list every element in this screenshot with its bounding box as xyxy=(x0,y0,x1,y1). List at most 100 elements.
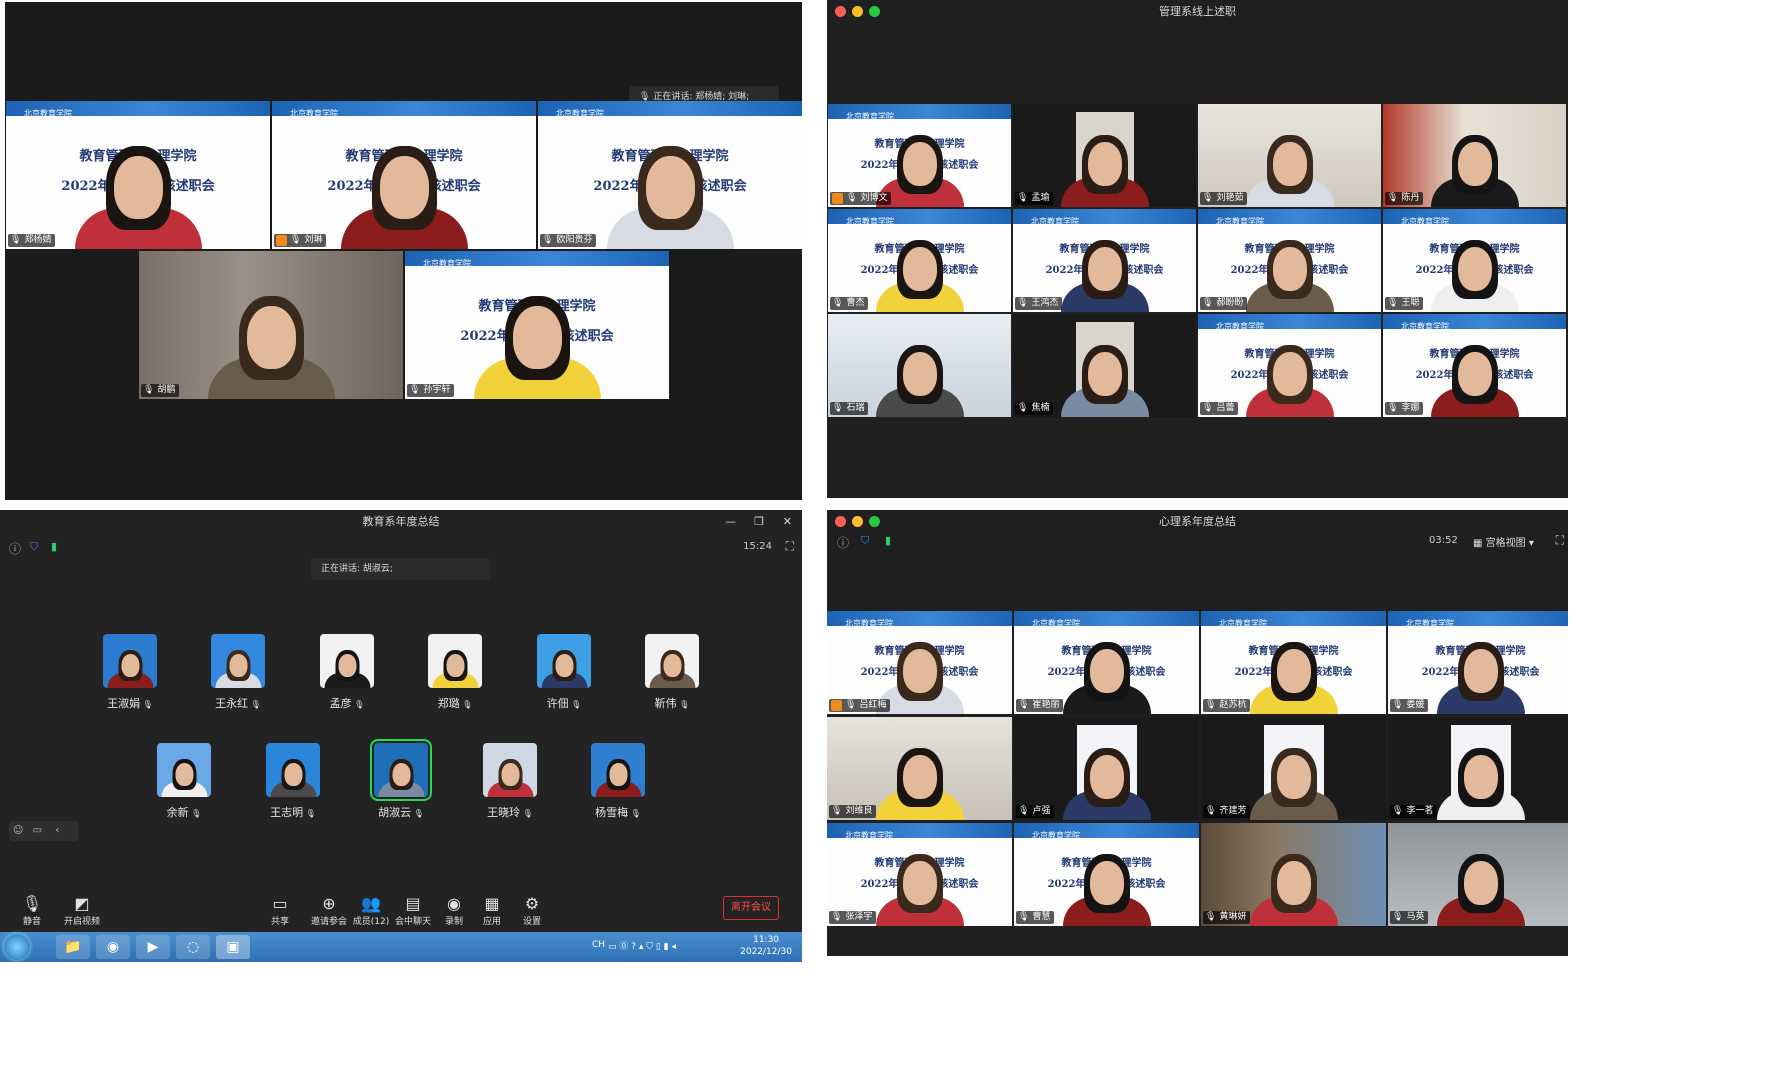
share-button[interactable]: ▭ 共享 xyxy=(258,894,302,927)
invite-button[interactable]: ⊕ 邀请参会 xyxy=(307,894,351,927)
participant-name-tag: 🎙 孟瑜 xyxy=(1015,192,1054,205)
invite-icon: ⊕ xyxy=(322,894,336,913)
participant-video xyxy=(485,747,536,797)
participant-name-tag: 🎙 赵苏杭 xyxy=(1203,699,1251,712)
chat-button[interactable]: ▤ 会中聊天 xyxy=(391,894,435,927)
share-icon: ▭ xyxy=(272,894,288,913)
zoom-dot-icon[interactable] xyxy=(869,6,880,17)
video-tile[interactable]: 北京教育学院教育管理与心理学院2022年度教师考核述职会🎙欧阳贵芬 xyxy=(538,101,802,249)
reaction-bar[interactable]: ☺ ▭ ‹ xyxy=(9,821,79,841)
participant-avatar[interactable] xyxy=(591,743,645,797)
close-dot-icon[interactable] xyxy=(835,516,846,527)
video-tile[interactable]: 北京教育学院教育管理与心理学院2022年度教师考核述职会🎙郝盼盼 xyxy=(1198,209,1381,312)
video-tile[interactable]: 北京教育学院教育管理与心理学院2022年度教师考核述职会🎙娄媛 xyxy=(1388,611,1568,714)
participant-video xyxy=(647,638,698,688)
host-badge-icon xyxy=(831,700,842,711)
minimize-dot-icon[interactable] xyxy=(852,6,863,17)
windows-taskbar: 📁 ◉ ▶ ◌ ▣ CH ▭ ⓪ ? ▴ ⛉ ▯ ▮ ◂ 11:30 2022/… xyxy=(0,932,802,962)
participant-avatar[interactable] xyxy=(157,743,211,797)
video-tile[interactable]: 🎙 黄琳妍 xyxy=(1201,823,1386,926)
clock[interactable]: 11:30 2022/12/30 xyxy=(740,934,792,958)
video-tile[interactable]: 北京教育学院教育管理与心理学院2022年度教师考核述职会🎙李娜 xyxy=(1383,314,1566,417)
video-tile[interactable]: 北京教育学院教育管理与心理学院2022年度教师考核述职会🎙孙宇轩 xyxy=(405,251,669,399)
meeting-app-icon[interactable]: ▣ xyxy=(216,935,250,959)
participant-avatar[interactable] xyxy=(645,634,699,688)
video-tile[interactable]: 北京教育学院教育管理与心理学院2022年度教师考核述职会🎙王聪 xyxy=(1383,209,1566,312)
shield-icon[interactable]: ⛉ xyxy=(30,540,38,554)
video-tile[interactable]: 北京教育学院教育管理与心理学院2022年度教师考核述职会🎙张泽宇 xyxy=(827,823,1012,926)
participant-name: 王淑娟 🎙 xyxy=(107,697,153,710)
video-tile[interactable]: 🎙 陈丹 xyxy=(1383,104,1566,207)
video-tile[interactable]: 北京教育学院教育管理与心理学院2022年度教师考核述职会🎙刘博文 xyxy=(828,104,1011,207)
settings-button[interactable]: ⚙ 设置 xyxy=(510,894,554,927)
leave-meeting-button[interactable]: 离开会议 xyxy=(723,896,779,920)
participant-name-tag: 🎙 刘艳茹 xyxy=(1200,192,1248,205)
video-tile[interactable]: 北京教育学院教育管理与心理学院2022年度教师考核述职会🎙吕红梅 xyxy=(827,611,1012,714)
start-button[interactable] xyxy=(4,934,30,960)
chat-icon: ▤ xyxy=(405,894,421,913)
video-tile[interactable]: 🎙 胡鹏 xyxy=(139,251,403,399)
emoji-icon[interactable]: ☺ xyxy=(13,825,23,836)
video-tile[interactable]: 北京教育学院教育管理与心理学院2022年度教师考核述职会🎙曹慧 xyxy=(1014,823,1199,926)
video-tile[interactable]: 🎙 齐建芳 xyxy=(1201,717,1386,820)
view-switch[interactable]: ▦ 宫格视图 ▾ xyxy=(1473,534,1534,549)
minimize-dot-icon[interactable] xyxy=(852,516,863,527)
video-tile[interactable]: 北京教育学院教育管理与心理学院2022年度教师考核述职会🎙吕蕾 xyxy=(1198,314,1381,417)
browser-icon[interactable]: ◉ xyxy=(96,935,130,959)
video-tile[interactable]: 🎙 马英 xyxy=(1388,823,1568,926)
window-title: 教育系年度总结 — ❐ ✕ xyxy=(0,510,802,534)
participant-name-tag: 🎙 齐建芳 xyxy=(1203,805,1251,818)
participant-name: 杨雪梅 🎙 xyxy=(595,806,641,819)
media-player-icon[interactable]: ▶ xyxy=(136,935,170,959)
participant-video xyxy=(68,113,209,249)
chat-bubble-icon[interactable]: ▭ xyxy=(33,825,42,836)
fullscreen-icon[interactable]: ⛶ xyxy=(786,539,794,554)
video-tile[interactable]: 北京教育学院教育管理与心理学院2022年度教师考核述职会🎙刘琳 xyxy=(272,101,536,249)
close-icon[interactable]: ✕ xyxy=(783,510,792,534)
video-tile[interactable]: 🎙 李一茗 xyxy=(1388,717,1568,820)
participant-avatar[interactable] xyxy=(428,634,482,688)
members-button[interactable]: 👥 成员(12) xyxy=(349,894,393,927)
shield-icon[interactable]: ⛉ xyxy=(861,534,869,548)
close-dot-icon[interactable] xyxy=(835,6,846,17)
participant-avatar[interactable] xyxy=(266,743,320,797)
chat-app-icon[interactable]: ◌ xyxy=(176,935,210,959)
participant-avatar[interactable] xyxy=(483,743,537,797)
minimize-icon[interactable]: — xyxy=(725,510,736,534)
video-tile[interactable]: 北京教育学院教育管理与心理学院2022年度教师考核述职会🎙赵苏杭 xyxy=(1201,611,1386,714)
fullscreen-icon[interactable]: ⛶ xyxy=(1556,533,1564,548)
mute-button[interactable]: 🎙 静音 xyxy=(10,894,54,927)
info-icon[interactable]: ⓘ xyxy=(9,540,21,557)
participant-avatar[interactable] xyxy=(320,634,374,688)
participant-name: 王志明 🎙 xyxy=(270,806,316,819)
zoom-dot-icon[interactable] xyxy=(869,516,880,527)
window-controls[interactable] xyxy=(835,6,880,17)
participant-avatar[interactable] xyxy=(211,634,265,688)
video-tile[interactable]: 🎙 孟瑜 xyxy=(1013,104,1196,207)
participant-avatar[interactable] xyxy=(103,634,157,688)
tray-icons[interactable]: ▭ ⓪ ? ▴ ⛉ ▯ ▮ ◂ xyxy=(608,939,676,952)
video-tile[interactable]: 🎙 刘维良 xyxy=(827,717,1012,820)
mic-icon: 🎙 xyxy=(676,700,690,709)
participant-avatar[interactable] xyxy=(370,739,432,801)
chevron-left-icon[interactable]: ‹ xyxy=(55,825,59,836)
video-tile[interactable]: 🎙 刘艳茹 xyxy=(1198,104,1381,207)
info-icon[interactable]: ⓘ xyxy=(837,534,849,551)
video-tile[interactable]: 🎙 石瑞 xyxy=(828,314,1011,417)
mic-icon: 🎙 xyxy=(143,385,155,395)
language-indicator[interactable]: CH xyxy=(592,940,605,950)
video-button[interactable]: ◩ 开启视频 xyxy=(60,894,104,927)
video-tile[interactable]: 北京教育学院教育管理与心理学院2022年度教师考核述职会🎙崔艳丽 xyxy=(1014,611,1199,714)
video-tile[interactable]: 北京教育学院教育管理与心理学院2022年度教师考核述职会🎙王鸿杰 xyxy=(1013,209,1196,312)
window-controls[interactable] xyxy=(835,516,880,527)
file-explorer-icon[interactable]: 📁 xyxy=(56,935,90,959)
video-tile[interactable]: 北京教育学院教育管理与心理学院2022年度教师考核述职会🎙曹杰 xyxy=(828,209,1011,312)
restore-icon[interactable]: ❐ xyxy=(754,510,764,534)
video-tile[interactable]: 🎙 卢强 xyxy=(1014,717,1199,820)
mic-icon: 🎙 xyxy=(1202,403,1214,413)
apps-button[interactable]: ▦ 应用 xyxy=(470,894,514,927)
chevron-down-icon: ▾ xyxy=(1528,538,1534,549)
video-tile[interactable]: 🎙 焦楠 xyxy=(1013,314,1196,417)
participant-avatar[interactable] xyxy=(537,634,591,688)
video-tile[interactable]: 北京教育学院教育管理与心理学院2022年度教师考核述职会🎙郑杨婧 xyxy=(6,101,270,249)
